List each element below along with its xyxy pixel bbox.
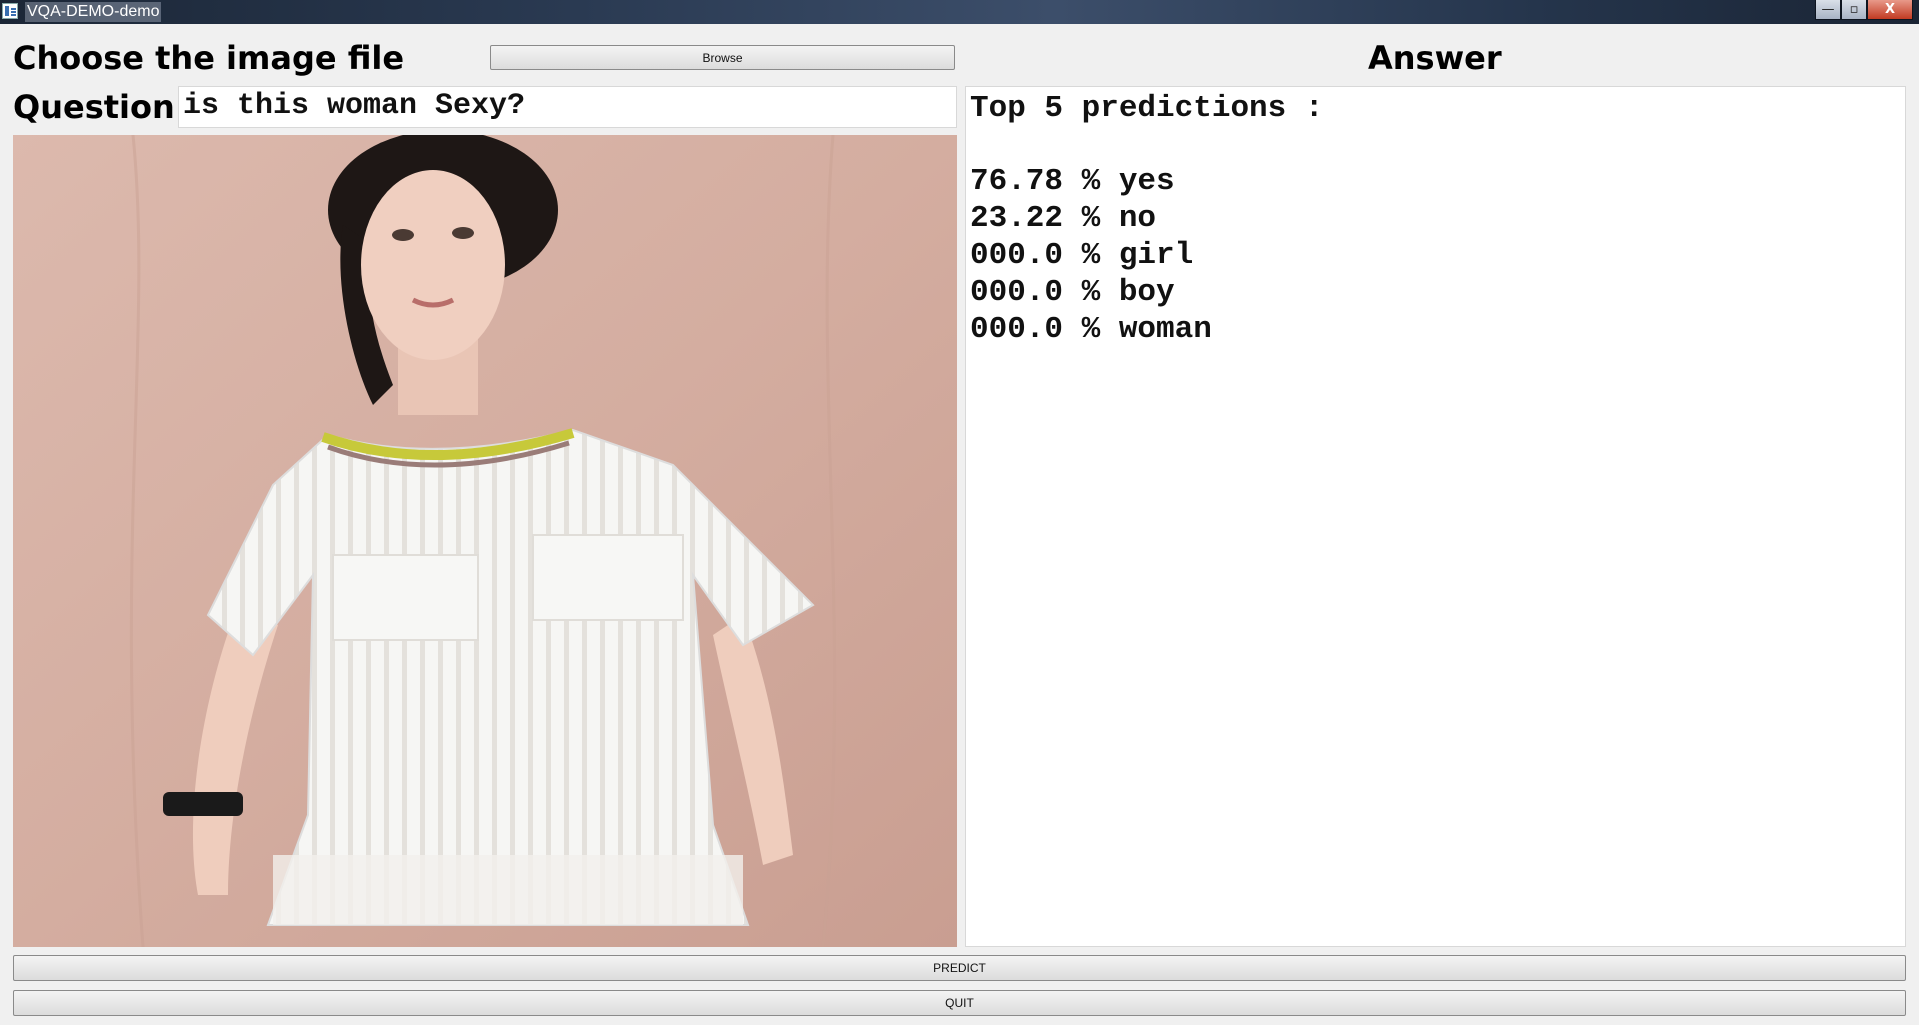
browse-button[interactable]: Browse bbox=[490, 45, 955, 70]
question-input[interactable]: is this woman Sexy? bbox=[178, 86, 957, 128]
minimize-icon[interactable]: — bbox=[1815, 0, 1841, 20]
prediction-label: no bbox=[1118, 201, 1157, 236]
window-titlebar: VQA-DEMO-demo — ▫ X bbox=[0, 0, 1919, 24]
prediction-score: 76.78 bbox=[970, 164, 1064, 199]
choose-image-label: Choose the image file bbox=[13, 39, 405, 77]
prediction-label: girl bbox=[1118, 238, 1194, 273]
window-title: VQA-DEMO-demo bbox=[25, 2, 162, 22]
prediction-label: woman bbox=[1118, 312, 1212, 347]
answer-heading: Answer bbox=[1368, 39, 1502, 77]
prediction-score: 23.22 bbox=[970, 201, 1064, 236]
prediction-row: 23.22 % no bbox=[970, 201, 1157, 236]
close-icon[interactable]: X bbox=[1867, 0, 1913, 20]
quit-button[interactable]: QUIT bbox=[13, 990, 1906, 1016]
selected-image bbox=[13, 135, 957, 947]
prediction-label: yes bbox=[1118, 164, 1175, 199]
predictions-header: Top 5 predictions : bbox=[970, 91, 1324, 126]
predict-button[interactable]: PREDICT bbox=[13, 955, 1906, 981]
prediction-row: 000.0 % boy bbox=[970, 275, 1175, 310]
prediction-row: 000.0 % woman bbox=[970, 312, 1212, 347]
answer-output: Top 5 predictions : 76.78 % yes 23.22 % … bbox=[965, 86, 1906, 947]
prediction-score: 000.0 bbox=[970, 312, 1064, 347]
prediction-label: boy bbox=[1118, 275, 1175, 310]
woman-photo-illustration bbox=[13, 135, 957, 947]
prediction-score: 000.0 bbox=[970, 275, 1064, 310]
prediction-row: 76.78 % yes bbox=[970, 164, 1175, 199]
prediction-row: 000.0 % girl bbox=[970, 238, 1194, 273]
maximize-icon[interactable]: ▫ bbox=[1841, 0, 1867, 20]
question-label: Question bbox=[13, 88, 175, 126]
app-icon bbox=[2, 3, 18, 19]
prediction-score: 000.0 bbox=[970, 238, 1064, 273]
window-controls: — ▫ X bbox=[1815, 0, 1913, 21]
